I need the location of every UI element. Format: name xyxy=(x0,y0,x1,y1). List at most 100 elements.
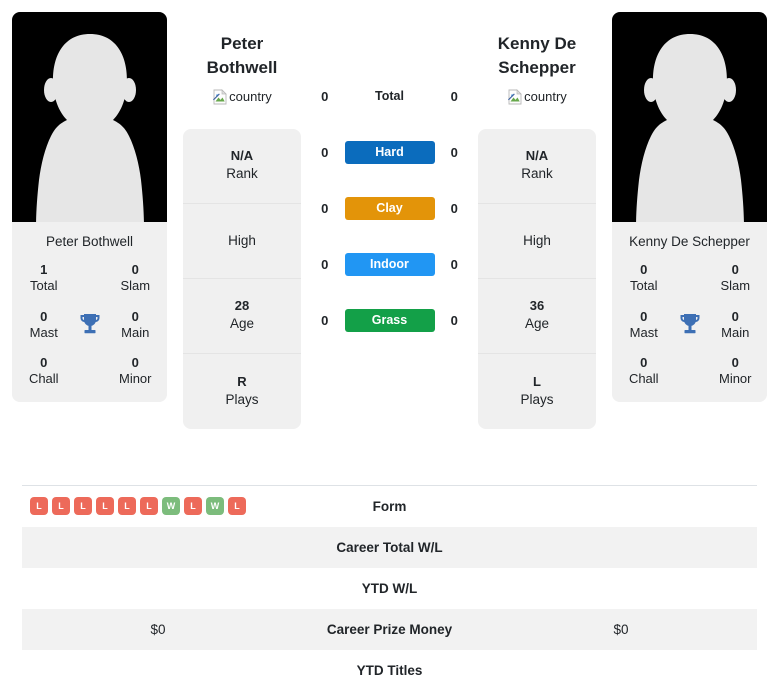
player-comparison-page: Peter Bothwell 1 Total 0 Slam 0 Mast 0 M… xyxy=(0,0,779,699)
titles-total-label-left: Total xyxy=(30,278,58,294)
form-pill-loss[interactable]: L xyxy=(184,497,202,516)
player-card-right[interactable]: Kenny De Schepper 0 Total 0 Slam 0 Mast xyxy=(612,12,767,402)
info-cell-plays-left: R Plays xyxy=(183,354,301,429)
info-rank-label-right: Rank xyxy=(521,166,553,182)
surface-badge-total: Total xyxy=(375,89,404,103)
table-row-ytd-wl: YTD W/L xyxy=(22,568,757,609)
titles-mast-right: 0 Mast xyxy=(618,309,670,342)
info-rank-value-right: N/A xyxy=(525,148,549,164)
ytd-titles-left xyxy=(22,650,294,691)
table-label-ytd-wl: YTD W/L xyxy=(361,580,418,596)
player-silhouette-icon xyxy=(635,34,744,222)
table-row-career-total-wl: Career Total W/L xyxy=(22,526,757,568)
form-pill-loss[interactable]: L xyxy=(96,497,114,516)
titles-slam-label-left: Slam xyxy=(120,278,151,294)
form-pill-loss[interactable]: L xyxy=(140,497,158,516)
info-rank-label-left: Rank xyxy=(226,166,258,182)
surface-row-grass: 0 Grass 0 xyxy=(305,292,474,348)
table-row-ytd-titles: YTD Titles xyxy=(22,650,757,691)
info-cell-rank-left: N/A Rank xyxy=(183,129,301,204)
country-flag-right: country xyxy=(498,88,576,105)
form-pill-loss[interactable]: L xyxy=(74,497,92,516)
player-titles-block-right: Kenny De Schepper 0 Total 0 Slam 0 Mast xyxy=(612,222,767,402)
titles-minor-value-left: 0 xyxy=(131,355,139,371)
form-pill-loss[interactable]: L xyxy=(30,497,48,516)
titles-main-value-left: 0 xyxy=(131,308,139,324)
broken-image-icon xyxy=(213,88,228,105)
table-label-ytd-titles: YTD Titles xyxy=(356,662,423,678)
form-cell-right xyxy=(485,486,757,527)
titles-main-right: 0 Main xyxy=(710,309,762,342)
trophy-icon xyxy=(680,313,699,334)
titles-total-right: 0 Total xyxy=(618,262,670,295)
player-name-left: Peter Bothwell xyxy=(45,234,134,249)
player-name-right: Kenny De Schepper xyxy=(629,234,750,249)
surface-comparison-column: 0 Total 0 0 Hard 0 0 Clay 0 0 Indoor 0 0 xyxy=(305,12,474,348)
form-pill-loss[interactable]: L xyxy=(228,497,246,516)
surface-grass-left-value: 0 xyxy=(321,312,329,328)
player-title-right: Kenny De Schepper xyxy=(498,32,576,80)
player-info-card-left: N/A Rank High 28 Age R Plays xyxy=(183,128,301,429)
info-high-label-right: High xyxy=(523,233,551,249)
titles-chall-value-right: 0 xyxy=(640,355,648,371)
info-age-label-right: Age xyxy=(524,316,550,332)
player-title-left-line2: Bothwell xyxy=(206,57,278,77)
trophy-icon xyxy=(80,313,99,334)
titles-mast-label-right: Mast xyxy=(629,324,658,340)
surface-total-right-value: 0 xyxy=(450,88,458,104)
info-plays-value-left: R xyxy=(237,373,247,389)
info-age-value-left: 28 xyxy=(234,298,250,314)
info-cell-age-left: 28 Age xyxy=(183,279,301,354)
titles-minor-right: 0 Minor xyxy=(710,355,762,388)
surface-row-hard: 0 Hard 0 xyxy=(305,124,474,180)
career-total-wl-right xyxy=(485,527,757,568)
form-strip-left: LLLLLLWLWL xyxy=(30,497,286,516)
broken-image-icon xyxy=(508,88,523,105)
form-pill-loss[interactable]: L xyxy=(52,497,70,516)
surface-badge-clay: Clay xyxy=(344,196,435,220)
trophy-icon-right-wrap xyxy=(670,312,710,338)
titles-total-label-right: Total xyxy=(630,278,658,294)
player-silhouette-icon xyxy=(35,34,144,222)
surface-hard-left-value: 0 xyxy=(321,144,329,160)
player-info-card-right: N/A Rank High 36 Age L Plays xyxy=(478,128,596,429)
comparison-header: Peter Bothwell 1 Total 0 Slam 0 Mast 0 M… xyxy=(0,0,779,429)
surface-clay-left-value: 0 xyxy=(321,200,329,216)
player-heading-right: Kenny De Schepper country xyxy=(498,12,576,105)
table-label-career-prize-money: Career Prize Money xyxy=(326,621,453,637)
titles-main-label-left: Main xyxy=(121,324,150,340)
form-pill-win[interactable]: W xyxy=(162,497,180,516)
trophy-icon-left-wrap xyxy=(70,312,110,338)
titles-mast-value-right: 0 xyxy=(640,308,648,324)
form-pill-win[interactable]: W xyxy=(206,497,224,516)
table-label-form: Form xyxy=(372,498,407,514)
form-pill-loss[interactable]: L xyxy=(118,497,136,516)
player-photo-left xyxy=(12,12,167,222)
titles-minor-label-right: Minor xyxy=(718,371,752,387)
titles-slam-right: 0 Slam xyxy=(710,262,762,295)
surface-grass-right-value: 0 xyxy=(450,312,458,328)
surface-row-clay: 0 Clay 0 xyxy=(305,180,474,236)
player-card-left[interactable]: Peter Bothwell 1 Total 0 Slam 0 Mast 0 M… xyxy=(12,12,167,402)
titles-slam-value-right: 0 xyxy=(731,262,739,278)
info-cell-age-right: 36 Age xyxy=(478,279,596,354)
career-prize-money-left: $0 xyxy=(150,621,166,637)
career-prize-money-right: $0 xyxy=(613,621,629,637)
titles-slam-value-left: 0 xyxy=(131,262,139,278)
player-title-right-line2: Schepper xyxy=(498,57,576,77)
surface-badge-indoor: Indoor xyxy=(344,252,435,276)
info-plays-label-right: Plays xyxy=(520,391,554,407)
titles-slam-label-right: Slam xyxy=(720,278,751,294)
surface-hard-right-value: 0 xyxy=(450,144,458,160)
surface-total-left-value: 0 xyxy=(321,88,329,104)
surface-row-total: 0 Total 0 xyxy=(305,68,474,124)
country-flag-left: country xyxy=(207,88,278,105)
player-title-left: Peter Bothwell xyxy=(207,32,278,80)
titles-main-value-right: 0 xyxy=(731,308,739,324)
ytd-wl-left xyxy=(22,568,294,609)
info-high-label-left: High xyxy=(228,233,256,249)
info-cell-high-right: High xyxy=(478,204,596,279)
titles-mast-label-left: Mast xyxy=(29,324,58,340)
player-title-left-line1: Peter xyxy=(220,34,264,53)
ytd-titles-right xyxy=(485,650,757,691)
